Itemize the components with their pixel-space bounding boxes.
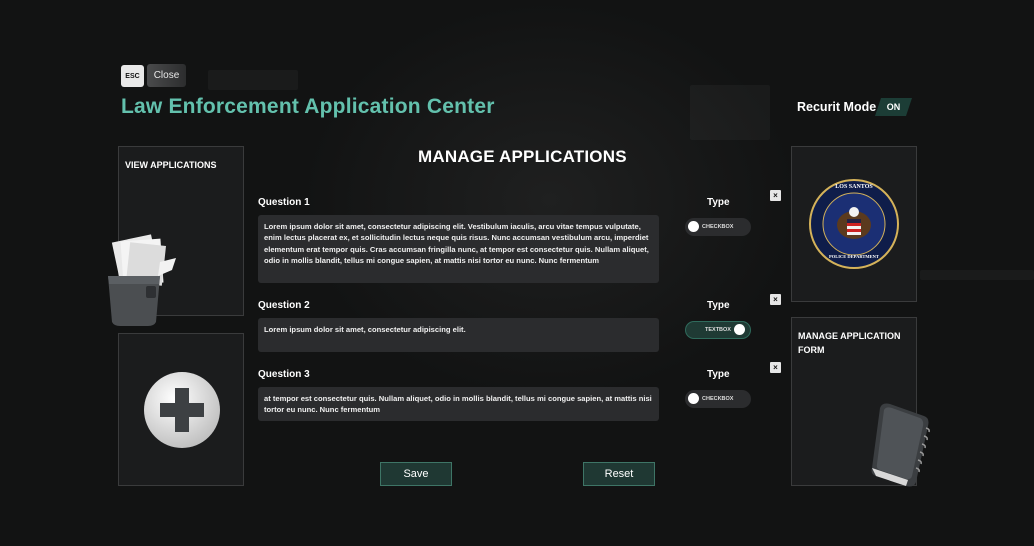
- question-2-input[interactable]: Lorem ipsum dolor sit amet, consectetur …: [258, 318, 659, 352]
- reset-button[interactable]: Reset: [583, 462, 655, 486]
- question-2-type-label: Type: [707, 300, 730, 311]
- background-shelf: [208, 70, 298, 90]
- save-button[interactable]: Save: [380, 462, 452, 486]
- question-2-label: Question 2: [258, 300, 310, 311]
- notebook-icon: [866, 398, 936, 490]
- question-3-input[interactable]: at tempor est consectetur quis. Nullam a…: [258, 387, 659, 421]
- background-shelf: [920, 270, 1034, 280]
- background-shelf: [690, 85, 770, 140]
- question-1-type-toggle[interactable]: CHECKBOX: [685, 218, 751, 236]
- recruit-mode-label: Recurit Mode: [797, 100, 877, 114]
- question-1-type-value: CHECKBOX: [702, 224, 734, 230]
- view-applications-label: VIEW APPLICATIONS: [125, 160, 217, 170]
- toggle-knob: [734, 324, 745, 335]
- question-2-delete-icon[interactable]: ×: [770, 294, 781, 305]
- seal-text-top: LOS SANTOS: [835, 184, 873, 190]
- manage-applications-title: MANAGE APPLICATIONS: [418, 147, 627, 166]
- question-3-type-toggle[interactable]: CHECKBOX: [685, 390, 751, 408]
- question-3-delete-icon[interactable]: ×: [770, 362, 781, 373]
- question-2-type-value: TEXTBOX: [705, 327, 731, 333]
- question-3-type-label: Type: [707, 369, 730, 380]
- question-3-type-value: CHECKBOX: [702, 396, 734, 402]
- question-1-label: Question 1: [258, 197, 310, 208]
- question-1-input[interactable]: Lorem ipsum dolor sit amet, consectetur …: [258, 215, 659, 283]
- toggle-knob: [688, 221, 699, 232]
- manage-application-form-label: MANAGE APPLICATION FORM: [798, 331, 901, 355]
- question-3-label: Question 3: [258, 369, 310, 380]
- plus-icon[interactable]: [142, 370, 222, 450]
- recruit-mode-toggle[interactable]: ON: [875, 98, 912, 116]
- esc-key-badge[interactable]: ESC: [121, 65, 144, 87]
- app-title: Law Enforcement Application Center: [121, 95, 495, 118]
- toggle-knob: [688, 393, 699, 404]
- question-1-delete-icon[interactable]: ×: [770, 190, 781, 201]
- question-1-type-label: Type: [707, 197, 730, 208]
- file-box-icon: [102, 228, 182, 328]
- question-2-type-toggle[interactable]: TEXTBOX: [685, 321, 751, 339]
- seal-text-bottom: POLICE DEPARTMENT: [829, 254, 879, 259]
- close-button[interactable]: Close: [147, 64, 186, 87]
